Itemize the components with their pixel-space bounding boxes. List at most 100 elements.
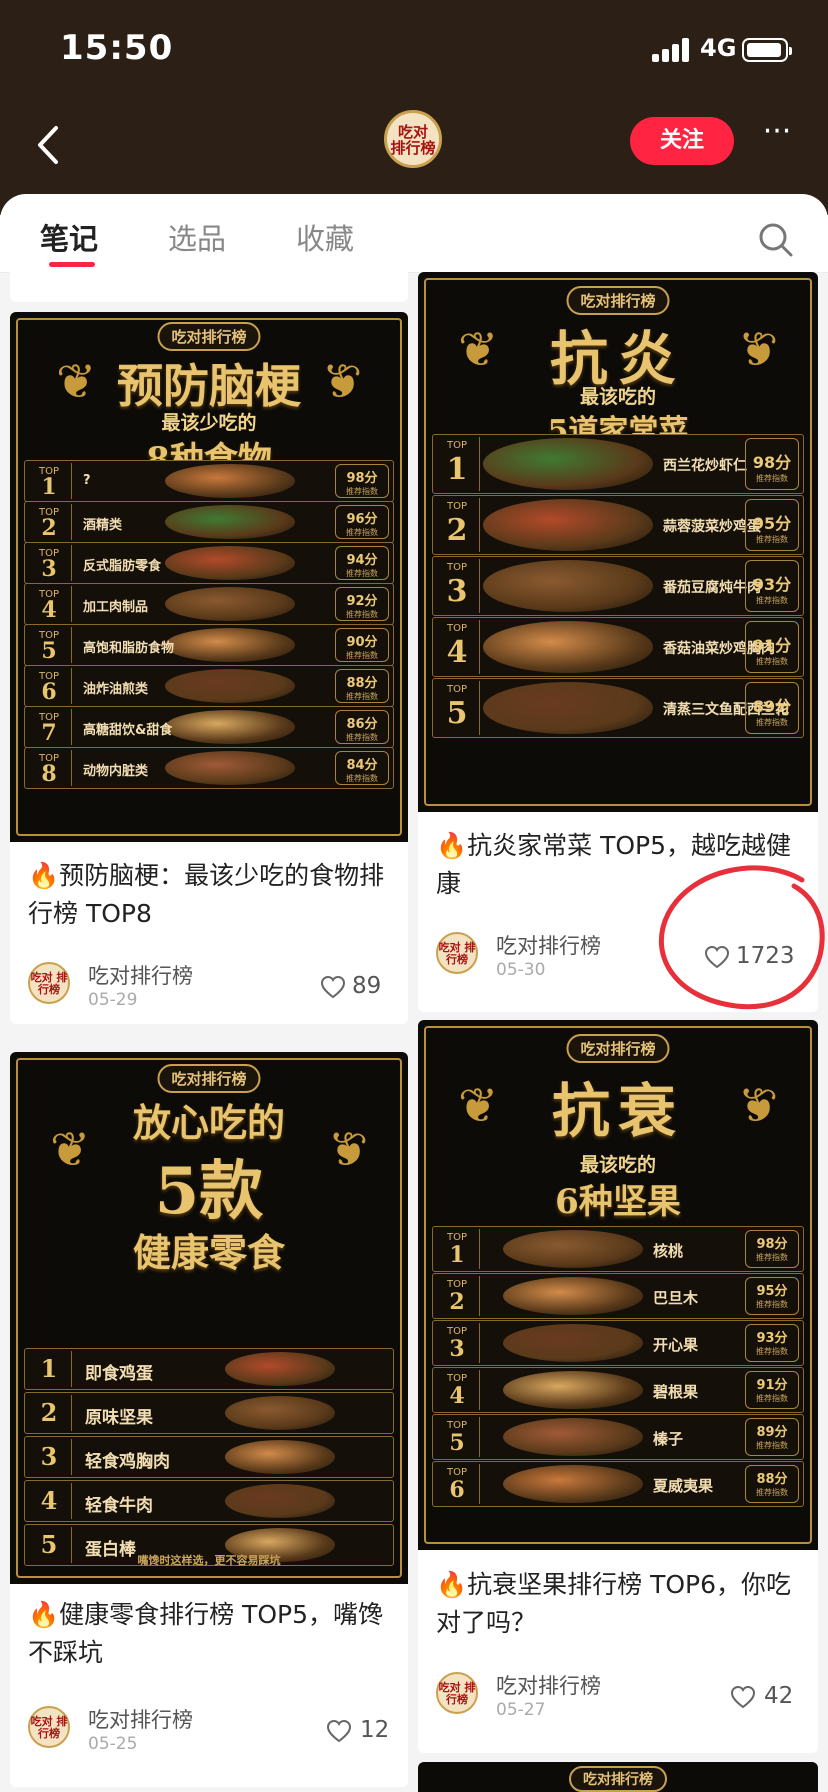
more-options-icon[interactable]: ··· [752,117,802,165]
note-date: 05-30 [496,960,546,980]
score-label: 推荐指数 [346,569,378,578]
heart-icon[interactable] [730,1685,756,1709]
ranking-row: TOP 4 碧根果 91分 推荐指数 [432,1367,804,1413]
food-image [483,499,653,551]
rank-top-label: TOP [446,623,467,634]
food-image [165,546,295,580]
rank-badge: TOP 5 [27,627,72,663]
score-label: 推荐指数 [346,733,378,742]
score-value: 95分 [756,1284,788,1299]
score-label: 推荐指数 [346,651,378,660]
author-name[interactable]: 吃对排行榜 [88,1704,193,1734]
note-card[interactable]: 吃对排行榜 ❦ ❦ 预防脑梗 最该少吃的 8种食物 TOP1?98分推荐指数TO… [10,312,408,1024]
food-image [225,1352,335,1386]
profile-logo[interactable]: 吃对 排行榜 [384,110,442,168]
score-value: 84分 [346,758,378,773]
ranking-item-name: 核桃 [653,1241,684,1260]
author-avatar[interactable]: 吃对 排行榜 [436,932,478,974]
poster-headline: 预防脑梗 [117,359,301,413]
ranking-row: 4 轻食牛肉 [24,1480,394,1522]
score-badge: 84分 推荐指数 [335,751,389,785]
score-badge: 98分 推荐指数 [745,1230,799,1268]
author-avatar[interactable]: 吃对 排行榜 [436,1672,478,1714]
score-label: 推荐指数 [346,692,378,701]
ranking-item-name: 即食鸡蛋 [85,1363,153,1384]
score-label: 推荐指数 [756,1488,788,1497]
heart-icon[interactable] [326,1719,352,1743]
search-icon[interactable] [758,222,794,258]
nav-bar: 吃对 排行榜 关注 ··· [0,100,828,190]
tab-favorites[interactable]: 收藏 [296,216,354,258]
rank-number: 4 [41,597,57,623]
score-badge: 90分 推荐指数 [335,628,389,662]
score-badge: 98分 推荐指数 [335,464,389,498]
author-avatar[interactable]: 吃对 排行榜 [28,962,70,1004]
author-name[interactable]: 吃对排行榜 [496,1670,601,1700]
ranking-row: TOP 6 夏威夷果 88分 推荐指数 [432,1461,804,1507]
ranking-item-name: 高糖甜饮&甜食 [83,722,173,738]
note-date: 05-29 [88,990,138,1010]
ranking-item-name: 轻食鸡胸肉 [85,1451,170,1472]
food-image [165,710,295,744]
score-label: 推荐指数 [346,774,378,783]
score-value: 88分 [346,676,378,691]
score-value: 98分 [346,471,378,486]
score-label: 推荐指数 [756,474,788,483]
score-label: 推荐指数 [756,718,788,727]
score-badge: 95分 推荐指数 [745,1277,799,1315]
rank-badge: 3 [27,1439,72,1475]
ranking-item-name: 轻食牛肉 [85,1495,153,1516]
rank-number: 3 [41,556,57,582]
back-arrow-icon[interactable] [30,122,70,168]
score-label: 推荐指数 [346,528,378,537]
score-value: 94分 [346,553,378,568]
ranking-row: TOP 3 反式脂肪零食 94分 推荐指数 [24,542,394,584]
profile-tabs: 笔记 选品 收藏 [0,194,828,273]
tab-products[interactable]: 选品 [168,216,226,258]
score-badge: 96分 推荐指数 [335,505,389,539]
rank-badge: 4 [27,1483,72,1519]
ranking-row: 1 即食鸡蛋 [24,1348,394,1390]
note-date: 05-25 [88,1734,138,1754]
author-avatar[interactable]: 吃对 排行榜 [28,1706,70,1748]
note-card[interactable]: 吃对排行榜 ❦ ❦ 放心吃的 5款 健康零食 1 即食鸡蛋 2 原味坚果 3 轻食鸡胸肉 4… [10,1052,408,1787]
rank-number: 2 [41,515,57,541]
ranking-item-name: 巴旦木 [653,1288,699,1307]
partial-card-bottom-right[interactable]: 吃对排行榜 [418,1762,818,1792]
score-label: 推荐指数 [756,657,788,666]
food-image [483,438,653,490]
author-name[interactable]: 吃对排行榜 [88,960,193,990]
food-image [483,621,653,673]
author-name[interactable]: 吃对排行榜 [496,930,601,960]
tab-notes[interactable]: 笔记 [40,216,98,258]
rank-badge: TOP 1 [27,463,72,499]
rank-number: 1 [40,1354,58,1383]
poster-headline: 放心吃的 [132,1100,285,1145]
ranking-row: TOP 3 开心果 93分 推荐指数 [432,1320,804,1366]
partial-card-top-left[interactable] [10,272,408,302]
note-card[interactable]: 吃对排行榜 ❦ ❦ 抗衰 最该吃的 6种坚果 TOP 1 核桃 98分 推荐指数 TOP 2… [418,1020,818,1753]
rank-number: 3 [40,1442,58,1471]
score-label: 推荐指数 [756,1441,788,1450]
score-badge: 89分推荐指数 [745,682,799,734]
food-image [503,1324,643,1362]
ranking-row: TOP 1? 98分 推荐指数 [24,460,394,502]
poster-tag: 吃对排行榜 [566,286,670,315]
food-image [225,1396,335,1430]
food-image [483,682,653,734]
ranking-item-name: 碧根果 [653,1382,699,1401]
rank-badge: TOP 1 [435,1229,480,1269]
score-badge: 92分 推荐指数 [335,587,389,621]
score-badge: 94分 推荐指数 [335,546,389,580]
ranking-row: 2 原味坚果 [24,1392,394,1434]
ranking-row: 3 轻食鸡胸肉 [24,1436,394,1478]
signal-icon [652,38,692,62]
rank-badge: TOP 2 [435,1276,480,1316]
rank-number: 4 [446,635,468,670]
follow-button[interactable]: 关注 [630,117,734,165]
score-value: 89分 [752,697,792,716]
note-title: 🔥预防脑梗：最该少吃的食物排行榜 TOP8 [28,861,385,928]
ranking-item-name: 西兰花炒虾仁 [663,458,747,474]
heart-icon[interactable] [320,975,346,999]
score-badge: 93分 推荐指数 [745,560,799,612]
